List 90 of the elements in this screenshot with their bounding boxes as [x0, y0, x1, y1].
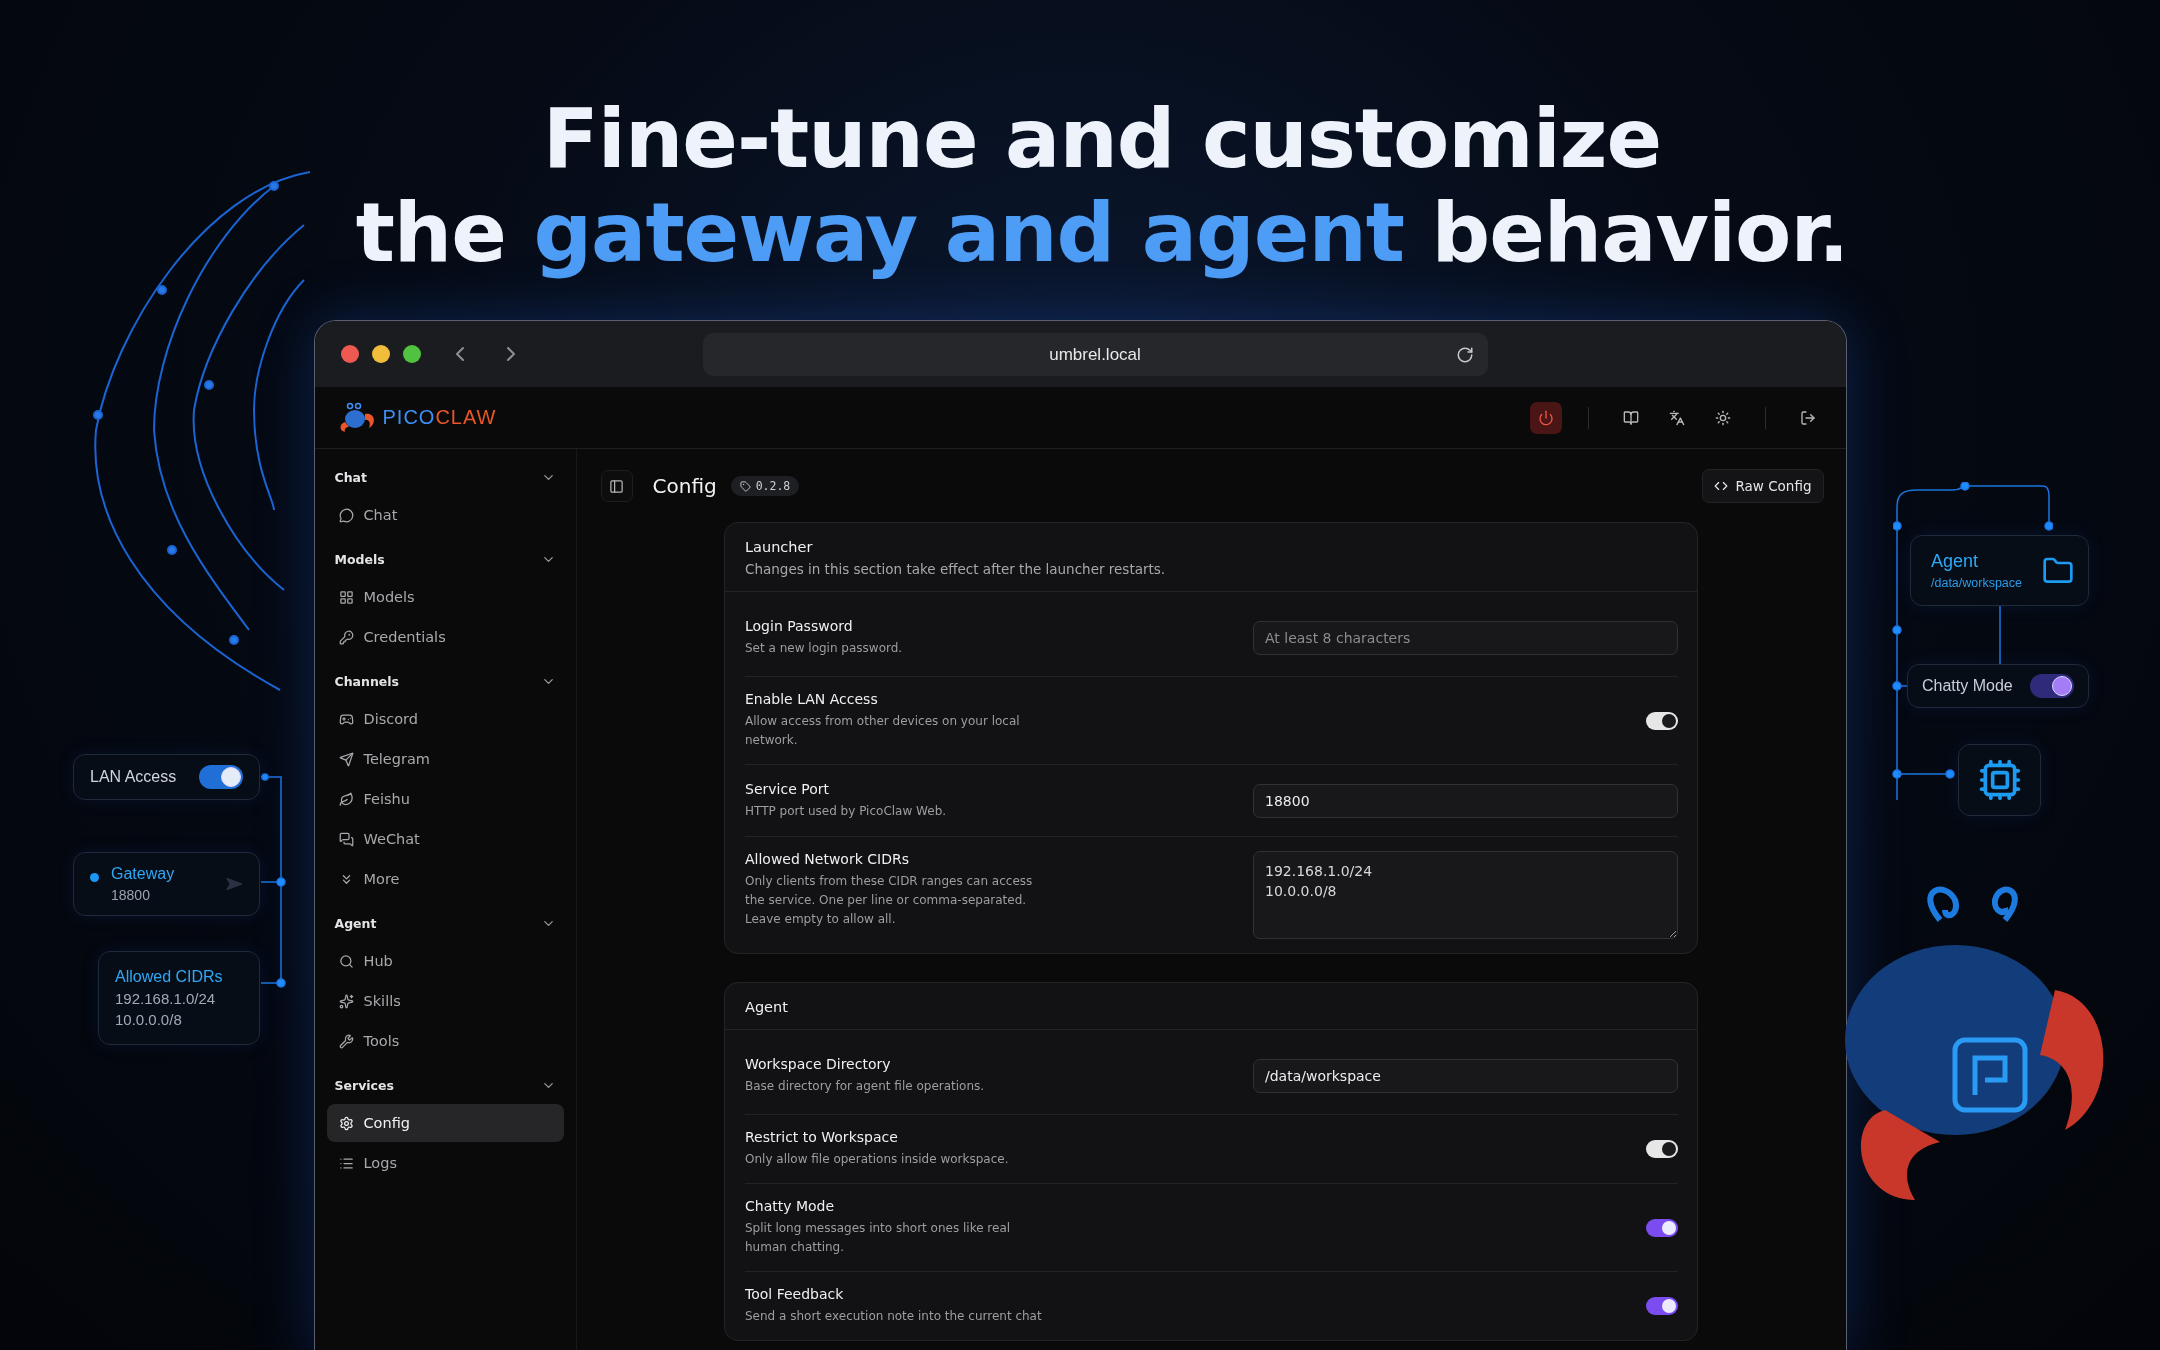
field-label: Chatty Mode	[745, 1198, 836, 1214]
field-label: Tool Feedback	[745, 1286, 845, 1302]
version-text: 0.2.8	[755, 479, 791, 493]
grid-icon	[338, 589, 354, 605]
page-title: Config	[652, 474, 717, 498]
field-label: Login Password	[745, 618, 854, 634]
chat-bubble-icon	[338, 507, 354, 523]
chat-bubbles-icon	[338, 831, 354, 847]
agent-path: /data/workspace	[1931, 576, 2023, 590]
chatty-mode-toggle[interactable]	[2030, 674, 2074, 698]
field-label: Enable LAN Access	[745, 691, 879, 707]
leader-line	[1996, 606, 2004, 664]
sidebar-item[interactable]: Telegram	[326, 740, 564, 778]
settings-icon	[338, 1115, 354, 1131]
list-icon	[338, 1155, 354, 1171]
card-title: Agent	[745, 999, 789, 1015]
sidebar-group-header[interactable]: Models	[326, 541, 564, 577]
lan-access-toggle[interactable]	[199, 765, 243, 789]
power-button[interactable]	[1529, 401, 1562, 434]
tag-icon	[739, 480, 751, 492]
agent-title: Agent	[1931, 551, 1980, 572]
field-label: Restrict to Workspace	[745, 1129, 899, 1145]
leaf-icon	[338, 791, 354, 807]
sidebar-group-header[interactable]: Channels	[326, 663, 564, 699]
field-help: Allow access from other devices on your local network.	[745, 713, 1021, 749]
gateway-port: 18800	[111, 887, 151, 903]
sidebar-group-header[interactable]: Agent	[326, 905, 564, 941]
sparkles-icon	[338, 993, 354, 1009]
card-title: Launcher	[745, 539, 814, 555]
headline-line: Fine-tune and customize	[541, 92, 1663, 186]
chatty-mode-label: Chatty Mode	[1922, 677, 2013, 695]
status-dot	[90, 873, 99, 882]
search-icon	[338, 953, 354, 969]
sidebar-item[interactable]: Models	[326, 578, 564, 616]
maximize-dot[interactable]	[402, 345, 421, 363]
send-icon	[338, 751, 354, 767]
text-field[interactable]: /data/workspace	[1253, 1059, 1678, 1093]
password-field[interactable]: At least 8 characters	[1253, 621, 1678, 655]
reload-icon[interactable]	[1455, 345, 1474, 364]
toggle-switch[interactable]	[1646, 1140, 1678, 1158]
code-icon	[1714, 479, 1729, 493]
field-help: Split long messages into short ones like real human chatting.	[745, 1220, 1012, 1256]
cidr-textarea[interactable]: 192.168.1.0/24 10.0.0.0/8	[1253, 851, 1678, 939]
sidebar-item[interactable]: Skills	[326, 982, 564, 1020]
text-field[interactable]: 18800	[1253, 783, 1678, 818]
field-help: Set a new login password.	[745, 640, 903, 657]
cidr-line: 192.168.1.0/24	[115, 990, 217, 1007]
field-help: Send a short execution note into the current chat	[745, 1308, 1042, 1325]
raw-config-button[interactable]: Raw Config	[1702, 469, 1824, 503]
toggle-switch[interactable]	[1646, 711, 1678, 730]
sidebar-item[interactable]: Credentials	[326, 618, 564, 656]
card-description: Changes in this section take effect after the launcher restarts.	[745, 561, 1167, 577]
field-label: Allowed Network CIDRs	[745, 851, 910, 867]
sidebar-item[interactable]: Discord	[326, 700, 564, 738]
minimize-dot[interactable]	[371, 345, 390, 363]
sidebar-group-header[interactable]: Chat	[326, 459, 564, 495]
wrench-icon	[338, 1033, 354, 1049]
headline-line: the gateway and agent behavior.	[355, 186, 1849, 280]
field-label: Workspace Directory	[745, 1056, 892, 1072]
chip-icon	[1977, 758, 2022, 802]
lan-access-label: LAN Access	[90, 768, 177, 786]
sidebar-toggle-button[interactable]	[600, 470, 633, 502]
sidebar-item[interactable]: Tools	[326, 1022, 564, 1060]
gamepad-icon	[338, 711, 354, 727]
sidebar-item[interactable]: Logs	[326, 1144, 564, 1182]
sidebar-item[interactable]: Config	[326, 1104, 564, 1142]
field-help: Only clients from these CIDR ranges can access the service. One per line or comma-separated. Leave empty to allow all.	[745, 873, 1034, 928]
arrow-icon	[225, 875, 243, 893]
toggle-switch[interactable]	[1646, 1218, 1678, 1237]
cidrs-title: Allowed CIDRs	[115, 968, 223, 986]
sidebar-item[interactable]: WeChat	[326, 820, 564, 858]
field-help: HTTP port used by PicoClaw Web.	[745, 802, 947, 820]
sidebar-group-header[interactable]: Services	[326, 1067, 564, 1103]
brand-name: PICOCLAW	[382, 406, 497, 429]
toggle-switch[interactable]	[1646, 1297, 1678, 1315]
sidebar-item[interactable]: Chat	[326, 496, 564, 534]
cidr-line: 10.0.0.0/8	[115, 1011, 183, 1028]
field-label: Service Port	[745, 780, 830, 797]
key-icon	[338, 629, 354, 645]
sidebar-item[interactable]: More	[326, 860, 564, 898]
sidebar-item[interactable]: Feishu	[326, 780, 564, 818]
panel-icon	[609, 478, 624, 494]
address-text[interactable]: umbrel.local	[1049, 344, 1141, 365]
field-help: Only allow file operations inside workspace.	[745, 1151, 1009, 1168]
power-icon	[1537, 409, 1554, 426]
close-dot[interactable]	[340, 345, 359, 363]
field-help: Base directory for agent file operations.	[745, 1078, 985, 1095]
sidebar-item[interactable]: Hub	[326, 942, 564, 980]
crab-logo-icon	[338, 401, 377, 434]
gateway-title: Gateway	[111, 865, 175, 883]
